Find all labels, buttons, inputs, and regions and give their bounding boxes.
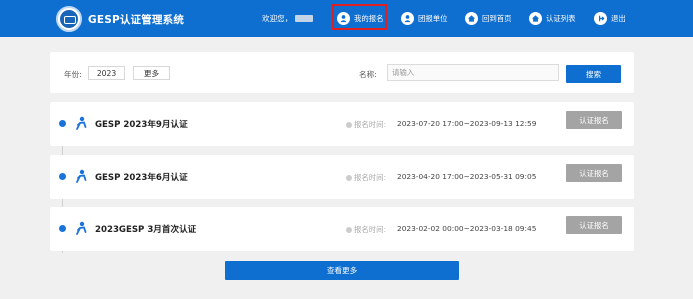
nav-certification-list[interactable]: 认证列表 [529,0,576,37]
username-redacted [295,15,314,22]
registration-time-label: 报名时间: [354,120,387,129]
user-icon [401,12,414,25]
clock-icon [346,227,352,233]
year-label: 年份: [64,70,82,79]
name-search-input[interactable]: 请输入 [387,64,559,81]
top-navbar: GESP认证管理系统 欢迎您， 我的报名 团报单位 回到首页 认证列表 退出 [0,0,693,37]
nav-label: 团报单位 [418,14,448,23]
home-icon [465,12,478,25]
clock-icon [346,122,352,128]
certification-card: GESP 2023年6月认证 报名时间: 2023-04-20 17:00~20… [50,155,634,199]
highlight-box [332,4,387,30]
register-button[interactable]: 认证报名 [566,111,622,129]
nav-label: 认证列表 [546,14,576,23]
registration-time-label: 报名时间: [354,225,387,234]
search-panel: 年份: 2023 更多 名称: 请输入 搜索 [50,52,634,93]
year-select[interactable]: 2023 [88,66,125,80]
nav-label: 回到首页 [482,14,512,23]
welcome-text: 欢迎您， [262,0,314,37]
more-years-button[interactable]: 更多 [133,66,170,80]
register-button[interactable]: 认证报名 [566,216,622,234]
certification-card: GESP 2023年9月认证 报名时间: 2023-07-20 17:00~20… [50,102,634,146]
name-label: 名称: [359,70,377,79]
timeline-dot-icon [59,173,66,180]
registration-time-range: 2023-04-20 17:00~2023-05-31 09:05 [397,172,537,181]
register-button[interactable]: 认证报名 [566,164,622,182]
welcome-label: 欢迎您， [262,14,293,23]
certification-title: GESP 2023年9月认证 [95,120,188,130]
timeline-dot-icon [59,120,66,127]
registration-time-range: 2023-02-02 00:00~2023-03-18 09:45 [397,224,537,233]
logout-icon [594,12,607,25]
home-icon [529,12,542,25]
person-icon [76,169,87,183]
person-icon [76,221,87,235]
load-more-button[interactable]: 查看更多 [225,261,459,280]
person-icon [76,116,87,130]
gesp-logo-icon [56,6,82,32]
registration-time-label: 报名时间: [354,173,387,182]
search-button[interactable]: 搜索 [566,65,621,83]
clock-icon [346,175,352,181]
certification-card: 2023GESP 3月首次认证 报名时间: 2023-02-02 00:00~2… [50,207,634,251]
nav-label: 退出 [611,14,626,23]
registration-time-range: 2023-07-20 17:00~2023-09-13 12:59 [397,119,537,128]
timeline-dot-icon [59,225,66,232]
certification-title: 2023GESP 3月首次认证 [95,225,197,235]
certification-title: GESP 2023年6月认证 [95,173,188,183]
brand[interactable]: GESP认证管理系统 [56,6,184,32]
nav-group-registration[interactable]: 团报单位 [401,0,448,37]
nav-home[interactable]: 回到首页 [465,0,512,37]
nav-logout[interactable]: 退出 [594,0,626,37]
site-title: GESP认证管理系统 [88,13,185,26]
